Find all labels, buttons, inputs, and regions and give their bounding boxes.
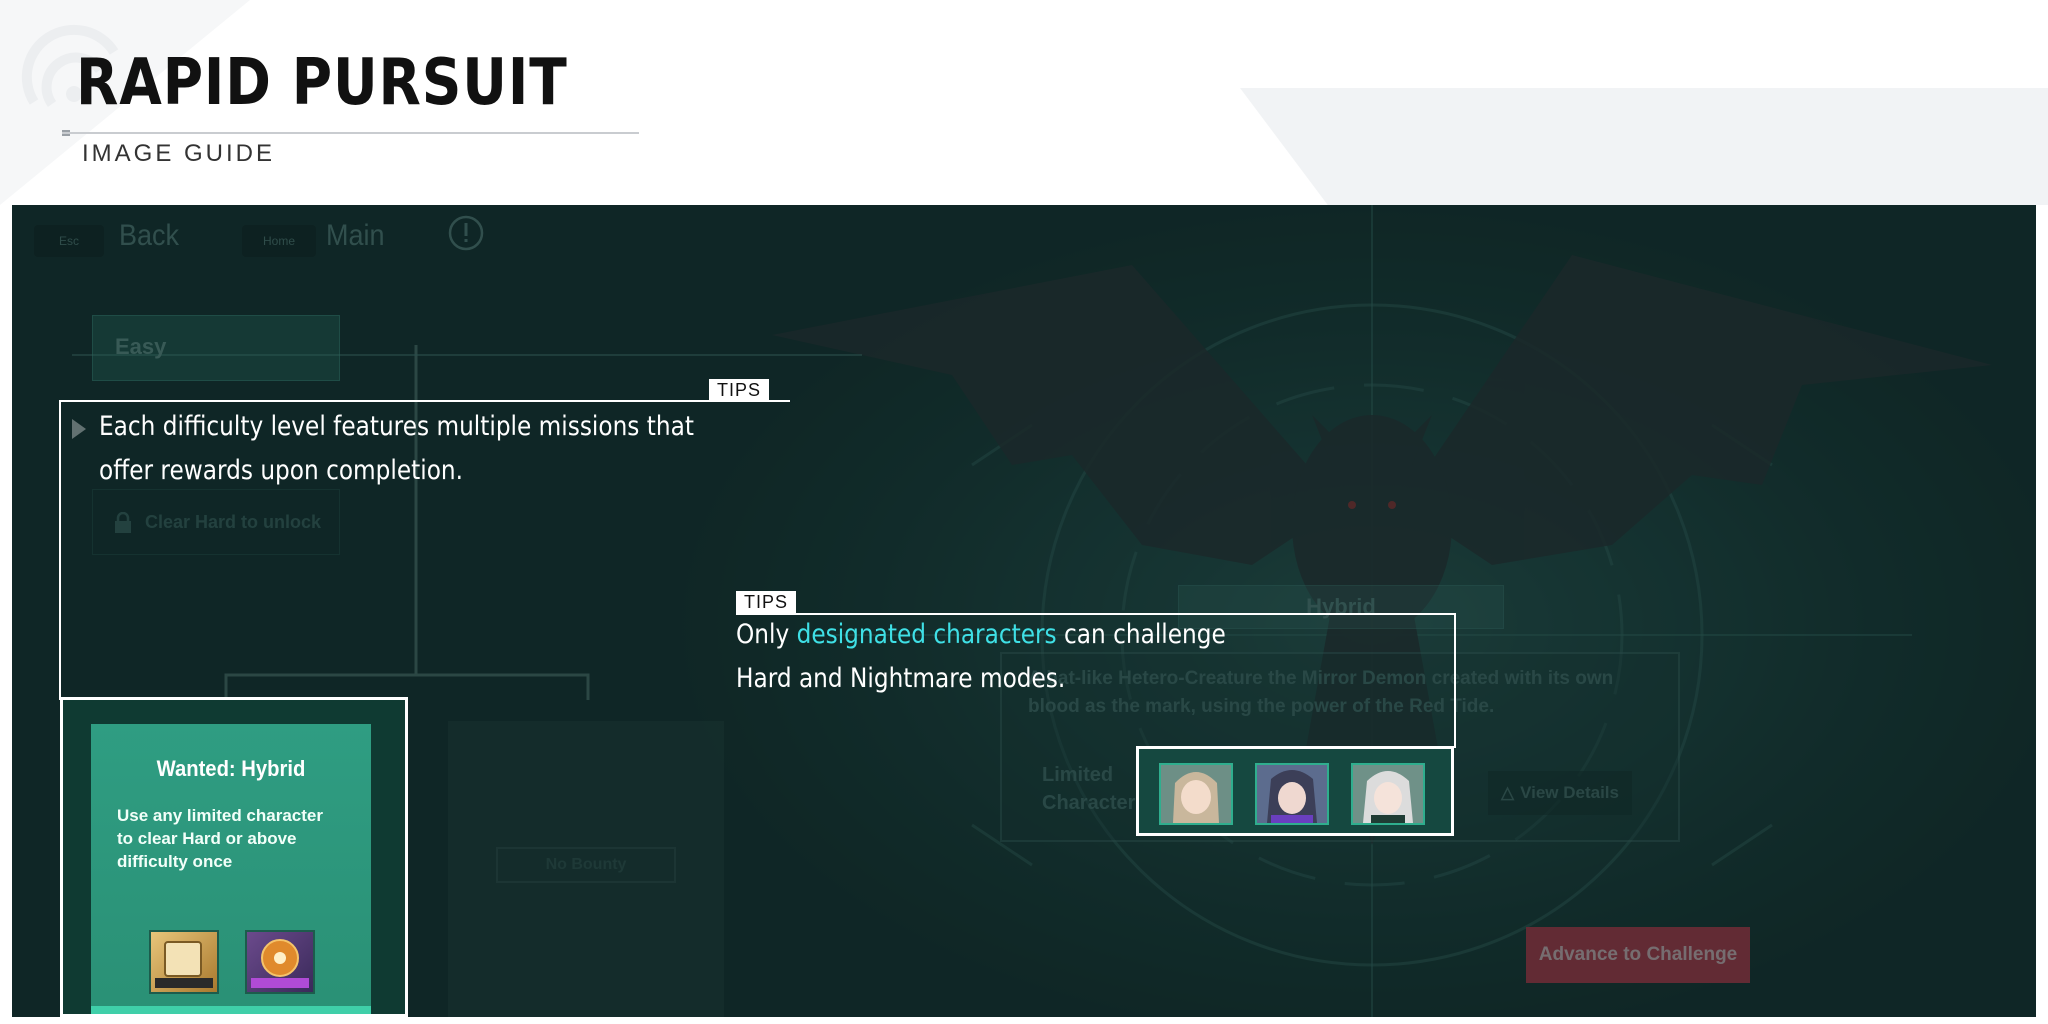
back-button[interactable]: Back — [119, 219, 179, 253]
orb-icon — [251, 939, 309, 988]
character-portrait[interactable] — [1351, 763, 1425, 825]
reward-item-coupon[interactable] — [149, 930, 219, 994]
difficulty-easy-button[interactable]: Easy — [92, 315, 340, 381]
alert-icon[interactable] — [446, 213, 486, 253]
guide-header: RAPID PURSUIT IMAGE GUIDE — [0, 0, 2048, 205]
advance-to-challenge-button[interactable]: Advance to Challenge — [1526, 927, 1750, 983]
mission-title: Wanted: Hybrid — [156, 756, 306, 781]
no-bounty-status: No Bounty — [496, 847, 676, 883]
highlight-mission-card: Wanted: Hybrid Use any limited character… — [60, 697, 408, 1017]
character-avatar-icon — [1353, 765, 1423, 823]
header-decoration-band — [1240, 88, 2048, 205]
view-details-button[interactable]: △ View Details — [1488, 771, 1632, 815]
character-portrait[interactable] — [1159, 763, 1233, 825]
mission-description: Use any limited character to clear Hard … — [117, 806, 323, 871]
page-title: RAPID PURSUIT — [76, 46, 568, 120]
character-avatar-icon — [1161, 765, 1231, 823]
play-arrow-icon — [72, 419, 86, 439]
home-key-hint: Home — [242, 225, 316, 257]
character-avatar-icon — [1257, 765, 1327, 823]
tips-text-highlight: designated characters — [796, 619, 1057, 650]
tips-label: TIPS — [736, 591, 797, 613]
reward-item-orb[interactable] — [245, 930, 315, 994]
main-button[interactable]: Main — [326, 219, 385, 253]
highlight-limited-characters — [1136, 746, 1454, 836]
coupon-icon — [155, 941, 213, 988]
page-subtitle: IMAGE GUIDE — [82, 140, 276, 167]
tips-text-before: Only — [736, 619, 797, 650]
triangle-icon: △ — [1501, 783, 1515, 802]
mission-card[interactable]: Wanted: Hybrid Use any limited character… — [91, 724, 371, 1014]
mission-progress-bar — [91, 1006, 371, 1014]
character-portrait[interactable] — [1255, 763, 1329, 825]
tips-text-missions: Each difficulty level features multiple … — [99, 411, 694, 486]
title-divider — [62, 132, 639, 134]
tips-label: TIPS — [709, 379, 770, 401]
tips-text-characters: Only designated characters can challenge… — [736, 613, 1252, 701]
game-screenshot: Esc Back Home Main Easy Clear Hard to un… — [12, 205, 2036, 1017]
esc-key-hint: Esc — [34, 225, 104, 257]
view-details-label: View Details — [1520, 783, 1619, 802]
difficulty-easy-label: Easy — [115, 334, 167, 359]
